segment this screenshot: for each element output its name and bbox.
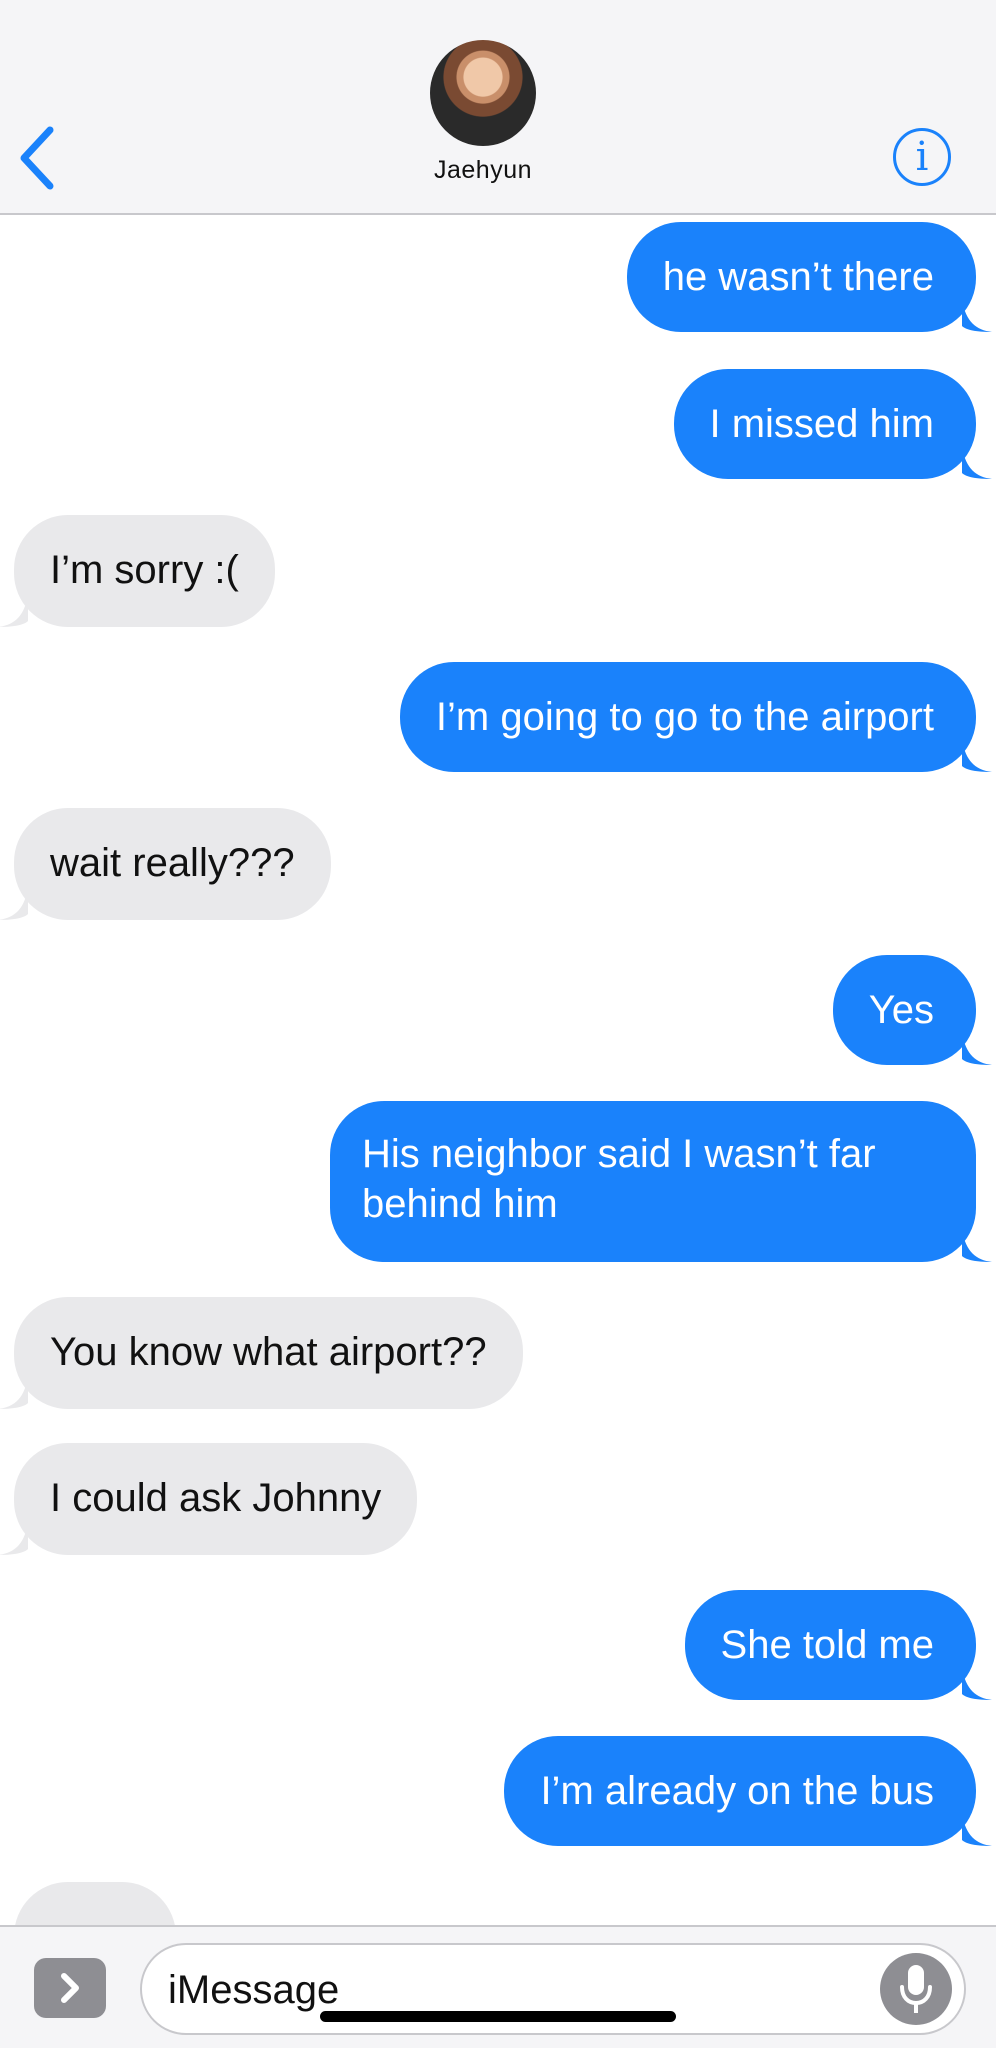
contact-name[interactable]: Jaehyun	[0, 156, 966, 185]
message-bubble-sent[interactable]: I’m going to go to the airport	[399, 662, 992, 772]
message-input[interactable]	[166, 1963, 870, 2017]
bubble-tail	[0, 595, 28, 627]
bubble-tail	[0, 1523, 28, 1555]
bubble-tail	[962, 1033, 992, 1065]
apps-button[interactable]	[34, 1958, 106, 2018]
message-bubble-received[interactable]: I could ask Johnny	[0, 1443, 418, 1555]
bubble-tail	[962, 1230, 992, 1262]
message-bubble-received[interactable]: wait really???	[0, 808, 331, 920]
bubble-tail	[962, 740, 992, 772]
avatar[interactable]	[430, 40, 536, 146]
info-button[interactable]: i	[893, 128, 951, 186]
bubble-tail	[962, 300, 992, 332]
bubble-tail	[962, 1668, 992, 1700]
microphone-icon	[900, 1965, 932, 2013]
bubble-tail	[962, 447, 992, 479]
message-bubble-sent[interactable]: She told me	[684, 1590, 992, 1700]
message-bubble-received[interactable]: You know what airport??	[0, 1297, 523, 1409]
microphone-button[interactable]	[880, 1953, 952, 2025]
message-bubble-received[interactable]: I’m sorry :(	[0, 515, 275, 627]
message-bubble-sent[interactable]: His neighbor said I wasn’t far behind hi…	[330, 1101, 992, 1262]
home-indicator[interactable]	[320, 2011, 676, 2022]
bubble-tail	[0, 1377, 28, 1409]
conversation-header: Jaehyun i	[0, 0, 996, 215]
bubble-tail	[0, 888, 28, 920]
bubble-tail	[962, 1814, 992, 1846]
message-input-bar	[0, 1925, 996, 2048]
message-bubble-sent[interactable]: he wasn’t there	[626, 222, 992, 332]
message-bubble-sent[interactable]: Yes	[832, 955, 992, 1065]
message-bubble-sent[interactable]: I missed him	[673, 369, 992, 479]
chevron-right-icon	[61, 1973, 79, 2003]
message-bubble-sent[interactable]: I’m already on the bus	[504, 1736, 992, 1846]
info-icon: i	[915, 134, 929, 180]
